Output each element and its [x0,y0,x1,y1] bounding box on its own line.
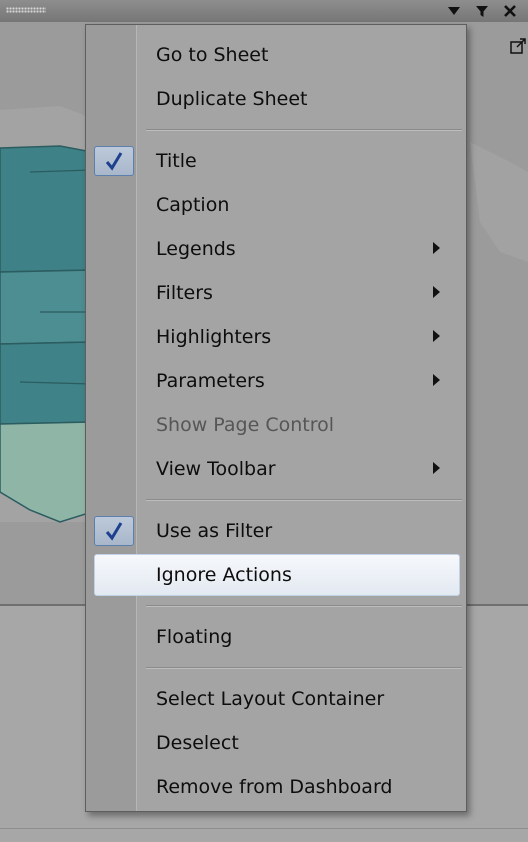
menu-item-caption[interactable]: Caption [86,183,466,227]
submenu-arrow-icon [433,462,440,474]
menu-item-view-toolbar[interactable]: View Toolbar [86,447,466,491]
menu-item-highlighters[interactable]: Highlighters [86,315,466,359]
menu-item-label: Caption [156,194,230,216]
menu-item-show-page-control: Show Page Control [86,403,466,447]
filter-icon[interactable] [474,3,490,19]
menu-separator [146,129,462,131]
submenu-arrow-icon [433,374,440,386]
menu-item-label: Legends [156,238,236,260]
menu-item-label: Highlighters [156,326,272,348]
submenu-arrow-icon [433,330,440,342]
divider [0,828,528,829]
menu-item-remove-from-dashboard[interactable]: Remove from Dashboard [86,765,466,809]
check-mark-icon [94,516,134,546]
menu-item-select-layout-container[interactable]: Select Layout Container [86,677,466,721]
drag-grip-icon[interactable] [6,7,46,13]
menu-item-label: Deselect [156,732,239,754]
menu-item-label: Select Layout Container [156,688,385,710]
dropdown-arrow-icon[interactable] [446,3,462,19]
menu-item-title[interactable]: Title [86,139,466,183]
menu-item-label: View Toolbar [156,458,276,480]
menu-item-use-as-filter[interactable]: Use as Filter [86,509,466,553]
menu-item-deselect[interactable]: Deselect [86,721,466,765]
submenu-arrow-icon [433,242,440,254]
menu-separator [146,667,462,669]
menu-item-legends[interactable]: Legends [86,227,466,271]
menu-item-ignore-actions[interactable]: Ignore Actions [86,553,466,597]
menu-item-label: Show Page Control [156,414,335,436]
menu-item-go-to-sheet[interactable]: Go to Sheet [86,33,466,77]
menu-item-label: Use as Filter [156,520,273,542]
menu-item-label: Filters [156,282,213,304]
context-menu: Go to Sheet Duplicate Sheet Title Captio… [85,24,467,812]
menu-item-floating[interactable]: Floating [86,615,466,659]
dashboard-object-title-bar [0,0,528,23]
menu-item-label: Remove from Dashboard [156,776,393,798]
menu-item-parameters[interactable]: Parameters [86,359,466,403]
menu-item-label: Go to Sheet [156,44,269,66]
menu-item-label: Parameters [156,370,265,392]
menu-separator [146,499,462,501]
menu-item-label: Ignore Actions [156,564,292,586]
menu-separator [146,605,462,607]
submenu-arrow-icon [433,286,440,298]
popout-icon[interactable] [510,38,526,54]
menu-item-label: Floating [156,626,233,648]
check-mark-icon [94,146,134,176]
menu-item-duplicate-sheet[interactable]: Duplicate Sheet [86,77,466,121]
menu-item-label: Duplicate Sheet [156,88,308,110]
menu-item-label: Title [156,150,197,172]
menu-item-filters[interactable]: Filters [86,271,466,315]
close-icon[interactable] [502,3,518,19]
